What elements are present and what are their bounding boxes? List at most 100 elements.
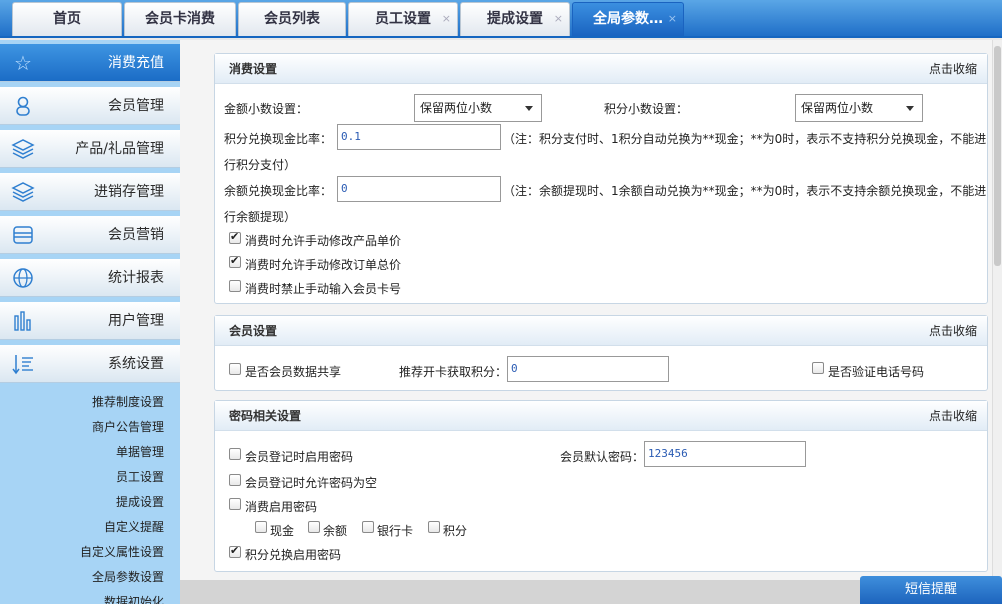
points-ratio-note-cont: 行积分支付） — [224, 158, 297, 172]
checkbox-label: 消费时允许手动修改订单总价 — [245, 258, 402, 272]
sidebar-item-product-gift[interactable]: 产品/礼品管理 — [0, 130, 180, 168]
consume-password-checkbox[interactable] — [229, 498, 241, 510]
points-exchange-password-checkbox[interactable] — [229, 544, 241, 558]
bar-chart-icon — [10, 310, 36, 332]
amount-decimal-select[interactable]: 保留两位小数 — [414, 94, 542, 122]
pay-cash-checkbox[interactable] — [255, 521, 267, 533]
tab-label: 全局参数… — [593, 11, 663, 27]
checkbox-label: 消费时允许手动修改产品单价 — [245, 234, 402, 248]
close-icon[interactable]: × — [668, 3, 677, 35]
submenu-staff-settings[interactable]: 员工设置 — [116, 469, 164, 485]
select-value: 保留两位小数 — [801, 101, 874, 115]
points-ratio-note: （注：积分支付时、1积分自动兑换为**现金；**为0时，表示不支持积分兑换现金，… — [503, 132, 987, 146]
share-member-data-checkbox[interactable] — [229, 363, 241, 375]
sidebar-item-consume-recharge[interactable]: ☆ 消费充值 — [0, 44, 180, 82]
close-icon[interactable]: × — [442, 3, 451, 35]
sidebar-item-label: 统计报表 — [108, 270, 164, 286]
pay-points-checkbox[interactable] — [428, 521, 440, 533]
submenu-data-init[interactable]: 数据初始化 — [104, 594, 164, 604]
points-decimal-select[interactable]: 保留两位小数 — [795, 94, 923, 122]
pay-balance-checkbox[interactable] — [308, 521, 320, 533]
balance-ratio-note-cont: 行余额提现） — [224, 210, 297, 224]
tab-label: 会员列表 — [264, 11, 320, 27]
forbid-manual-card-checkbox[interactable] — [229, 280, 241, 292]
member-settings-panel: 会员设置 点击收缩 是否会员数据共享 推荐开卡获取积分： 0 是否验证电话号码 — [214, 315, 988, 391]
chevron-down-icon — [906, 106, 914, 111]
submenu-custom-attributes[interactable]: 自定义属性设置 — [80, 544, 164, 560]
pay-bankcard-checkbox[interactable] — [362, 521, 374, 533]
checkbox-label: 会员登记时启用密码 — [245, 450, 354, 464]
collapse-link[interactable]: 点击收缩 — [929, 401, 977, 431]
layers-icon — [10, 181, 36, 203]
sidebar-item-member-management[interactable]: 会员管理 — [0, 87, 180, 125]
card-stack-icon — [10, 224, 36, 246]
layers-icon — [10, 138, 36, 160]
top-tab-bar: 首页 会员卡消费 会员列表 员工设置 × 提成设置 × 全局参数… × — [0, 0, 1002, 38]
verify-phone-checkbox[interactable] — [812, 362, 824, 374]
tab-card-consume[interactable]: 会员卡消费 — [124, 2, 236, 36]
default-password-label: 会员默认密码： — [560, 450, 645, 464]
submenu-referral-settings[interactable]: 推荐制度设置 — [92, 394, 164, 410]
checkbox-label: 消费启用密码 — [245, 500, 318, 514]
checkbox-label: 消费时禁止手动输入会员卡号 — [245, 282, 402, 296]
tab-label: 员工设置 — [375, 11, 431, 27]
points-ratio-input[interactable]: 0.1 — [337, 124, 501, 150]
sidebar-item-inventory[interactable]: 进销存管理 — [0, 173, 180, 211]
vertical-scrollbar[interactable] — [992, 40, 1002, 580]
panel-header: 密码相关设置 点击收缩 — [215, 401, 987, 431]
submenu-merchant-notice[interactable]: 商户公告管理 — [92, 419, 164, 435]
register-password-checkbox[interactable] — [229, 448, 241, 460]
referral-points-input[interactable]: 0 — [507, 356, 669, 382]
allow-empty-password-checkbox[interactable] — [229, 474, 241, 486]
chevron-down-icon — [525, 106, 533, 111]
checkbox-label: 现金 — [270, 524, 295, 538]
sort-list-icon — [10, 353, 36, 375]
submenu-receipt-management[interactable]: 单据管理 — [116, 444, 164, 460]
tab-staff-settings[interactable]: 员工设置 × — [348, 2, 458, 36]
sidebar-item-reports[interactable]: 统计报表 — [0, 259, 180, 297]
sidebar-item-label: 会员管理 — [108, 98, 164, 114]
tab-label: 提成设置 — [487, 11, 543, 27]
collapse-link[interactable]: 点击收缩 — [929, 54, 977, 84]
tab-label: 首页 — [53, 11, 81, 27]
checkbox-label: 会员登记时允许密码为空 — [245, 476, 378, 490]
sidebar-item-label: 系统设置 — [108, 356, 164, 372]
panel-header: 消费设置 点击收缩 — [215, 54, 987, 84]
checkbox-label: 积分兑换启用密码 — [245, 548, 342, 562]
checkbox-label: 是否验证电话号码 — [828, 365, 925, 379]
tab-commission-settings[interactable]: 提成设置 × — [460, 2, 570, 36]
close-icon[interactable]: × — [554, 3, 563, 35]
tab-global-params[interactable]: 全局参数… × — [572, 2, 684, 36]
sidebar-item-user-management[interactable]: 用户管理 — [0, 302, 180, 340]
tab-member-list[interactable]: 会员列表 — [238, 2, 346, 36]
panel-title: 密码相关设置 — [229, 409, 302, 423]
submenu-global-params[interactable]: 全局参数设置 — [92, 569, 164, 585]
allow-edit-order-total-checkbox[interactable] — [229, 254, 241, 268]
tab-home[interactable]: 首页 — [12, 2, 122, 36]
checkbox-label: 银行卡 — [377, 524, 414, 538]
submenu-custom-reminder[interactable]: 自定义提醒 — [104, 519, 164, 535]
sidebar-item-label: 消费充值 — [108, 55, 164, 71]
checkbox-label: 积分 — [443, 524, 468, 538]
panel-title: 消费设置 — [229, 62, 278, 76]
sidebar: ☆ 消费充值 会员管理 产品/礼品管理 进销存管理 会员营销 统计报表 用户管理… — [0, 40, 180, 604]
scrollbar-thumb[interactable] — [994, 46, 1001, 266]
balance-ratio-label: 余额兑换现金比率： — [224, 184, 333, 198]
sms-reminder-button[interactable]: 短信提醒 — [860, 576, 1002, 604]
collapse-link[interactable]: 点击收缩 — [929, 316, 977, 346]
points-ratio-label: 积分兑换现金比率： — [224, 132, 333, 146]
sidebar-item-system-settings[interactable]: 系统设置 — [0, 345, 180, 383]
sidebar-item-member-marketing[interactable]: 会员营销 — [0, 216, 180, 254]
default-password-input[interactable]: 123456 — [644, 441, 806, 467]
amount-decimal-label: 金额小数设置： — [224, 102, 309, 116]
sidebar-item-label: 产品/礼品管理 — [75, 141, 164, 157]
sidebar-item-label: 会员营销 — [108, 227, 164, 243]
allow-edit-unit-price-checkbox[interactable] — [229, 230, 241, 244]
submenu-commission-settings[interactable]: 提成设置 — [116, 494, 164, 510]
points-decimal-label: 积分小数设置： — [604, 102, 689, 116]
balance-ratio-input[interactable]: 0 — [337, 176, 501, 202]
sidebar-item-label: 进销存管理 — [94, 184, 164, 200]
password-settings-panel: 密码相关设置 点击收缩 会员登记时启用密码 会员默认密码： 123456 会员登… — [214, 400, 988, 572]
user-icon — [10, 95, 36, 117]
tab-label: 会员卡消费 — [145, 11, 215, 27]
